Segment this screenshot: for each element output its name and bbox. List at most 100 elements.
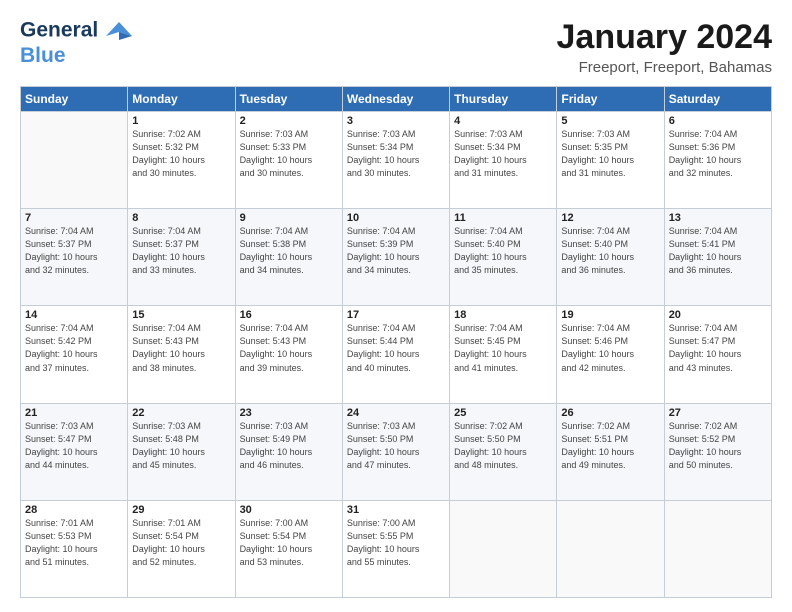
weekday-header-wednesday: Wednesday bbox=[342, 87, 449, 112]
calendar-cell: 3Sunrise: 7:03 AM Sunset: 5:34 PM Daylig… bbox=[342, 112, 449, 209]
day-info: Sunrise: 7:04 AM Sunset: 5:41 PM Dayligh… bbox=[669, 225, 767, 277]
day-info: Sunrise: 7:03 AM Sunset: 5:35 PM Dayligh… bbox=[561, 128, 659, 180]
calendar-cell: 19Sunrise: 7:04 AM Sunset: 5:46 PM Dayli… bbox=[557, 306, 664, 403]
day-number: 9 bbox=[240, 212, 338, 224]
calendar-cell: 11Sunrise: 7:04 AM Sunset: 5:40 PM Dayli… bbox=[450, 209, 557, 306]
day-info: Sunrise: 7:04 AM Sunset: 5:43 PM Dayligh… bbox=[132, 322, 230, 374]
day-number: 13 bbox=[669, 212, 767, 224]
weekday-header-saturday: Saturday bbox=[664, 87, 771, 112]
calendar-cell: 26Sunrise: 7:02 AM Sunset: 5:51 PM Dayli… bbox=[557, 403, 664, 500]
calendar-cell: 27Sunrise: 7:02 AM Sunset: 5:52 PM Dayli… bbox=[664, 403, 771, 500]
calendar-week-4: 21Sunrise: 7:03 AM Sunset: 5:47 PM Dayli… bbox=[21, 403, 772, 500]
calendar-cell bbox=[664, 500, 771, 597]
calendar-cell: 14Sunrise: 7:04 AM Sunset: 5:42 PM Dayli… bbox=[21, 306, 128, 403]
calendar-cell: 25Sunrise: 7:02 AM Sunset: 5:50 PM Dayli… bbox=[450, 403, 557, 500]
day-number: 28 bbox=[25, 504, 123, 516]
weekday-header-thursday: Thursday bbox=[450, 87, 557, 112]
calendar-cell: 22Sunrise: 7:03 AM Sunset: 5:48 PM Dayli… bbox=[128, 403, 235, 500]
calendar-title: January 2024 bbox=[557, 18, 773, 57]
day-info: Sunrise: 7:02 AM Sunset: 5:52 PM Dayligh… bbox=[669, 420, 767, 472]
calendar-cell: 4Sunrise: 7:03 AM Sunset: 5:34 PM Daylig… bbox=[450, 112, 557, 209]
calendar-cell: 31Sunrise: 7:00 AM Sunset: 5:55 PM Dayli… bbox=[342, 500, 449, 597]
day-number: 1 bbox=[132, 115, 230, 127]
calendar-cell: 20Sunrise: 7:04 AM Sunset: 5:47 PM Dayli… bbox=[664, 306, 771, 403]
day-info: Sunrise: 7:02 AM Sunset: 5:32 PM Dayligh… bbox=[132, 128, 230, 180]
calendar-cell: 7Sunrise: 7:04 AM Sunset: 5:37 PM Daylig… bbox=[21, 209, 128, 306]
day-info: Sunrise: 7:03 AM Sunset: 5:49 PM Dayligh… bbox=[240, 420, 338, 472]
day-number: 5 bbox=[561, 115, 659, 127]
calendar-cell: 8Sunrise: 7:04 AM Sunset: 5:37 PM Daylig… bbox=[128, 209, 235, 306]
day-number: 29 bbox=[132, 504, 230, 516]
weekday-header-tuesday: Tuesday bbox=[235, 87, 342, 112]
day-number: 23 bbox=[240, 407, 338, 419]
calendar-week-3: 14Sunrise: 7:04 AM Sunset: 5:42 PM Dayli… bbox=[21, 306, 772, 403]
calendar-cell: 18Sunrise: 7:04 AM Sunset: 5:45 PM Dayli… bbox=[450, 306, 557, 403]
day-number: 19 bbox=[561, 309, 659, 321]
calendar-cell: 23Sunrise: 7:03 AM Sunset: 5:49 PM Dayli… bbox=[235, 403, 342, 500]
weekday-header-monday: Monday bbox=[128, 87, 235, 112]
day-info: Sunrise: 7:04 AM Sunset: 5:46 PM Dayligh… bbox=[561, 322, 659, 374]
calendar-page: General Blue January 2024 Freeport, Free… bbox=[0, 0, 792, 612]
day-number: 8 bbox=[132, 212, 230, 224]
weekday-header-sunday: Sunday bbox=[21, 87, 128, 112]
calendar-week-2: 7Sunrise: 7:04 AM Sunset: 5:37 PM Daylig… bbox=[21, 209, 772, 306]
calendar-body: 1Sunrise: 7:02 AM Sunset: 5:32 PM Daylig… bbox=[21, 112, 772, 598]
day-number: 6 bbox=[669, 115, 767, 127]
calendar-subtitle: Freeport, Freeport, Bahamas bbox=[557, 59, 773, 76]
weekday-header-row: SundayMondayTuesdayWednesdayThursdayFrid… bbox=[21, 87, 772, 112]
calendar-cell: 10Sunrise: 7:04 AM Sunset: 5:39 PM Dayli… bbox=[342, 209, 449, 306]
day-info: Sunrise: 7:01 AM Sunset: 5:54 PM Dayligh… bbox=[132, 517, 230, 569]
calendar-week-5: 28Sunrise: 7:01 AM Sunset: 5:53 PM Dayli… bbox=[21, 500, 772, 597]
day-info: Sunrise: 7:03 AM Sunset: 5:34 PM Dayligh… bbox=[454, 128, 552, 180]
calendar-cell: 21Sunrise: 7:03 AM Sunset: 5:47 PM Dayli… bbox=[21, 403, 128, 500]
day-info: Sunrise: 7:04 AM Sunset: 5:40 PM Dayligh… bbox=[454, 225, 552, 277]
day-info: Sunrise: 7:04 AM Sunset: 5:43 PM Dayligh… bbox=[240, 322, 338, 374]
weekday-header-friday: Friday bbox=[557, 87, 664, 112]
day-info: Sunrise: 7:03 AM Sunset: 5:48 PM Dayligh… bbox=[132, 420, 230, 472]
day-number: 18 bbox=[454, 309, 552, 321]
day-number: 20 bbox=[669, 309, 767, 321]
day-number: 17 bbox=[347, 309, 445, 321]
calendar-cell: 17Sunrise: 7:04 AM Sunset: 5:44 PM Dayli… bbox=[342, 306, 449, 403]
day-info: Sunrise: 7:04 AM Sunset: 5:37 PM Dayligh… bbox=[25, 225, 123, 277]
day-info: Sunrise: 7:00 AM Sunset: 5:55 PM Dayligh… bbox=[347, 517, 445, 569]
day-info: Sunrise: 7:02 AM Sunset: 5:51 PM Dayligh… bbox=[561, 420, 659, 472]
day-info: Sunrise: 7:04 AM Sunset: 5:40 PM Dayligh… bbox=[561, 225, 659, 277]
day-number: 26 bbox=[561, 407, 659, 419]
day-info: Sunrise: 7:04 AM Sunset: 5:37 PM Dayligh… bbox=[132, 225, 230, 277]
day-number: 12 bbox=[561, 212, 659, 224]
day-info: Sunrise: 7:03 AM Sunset: 5:33 PM Dayligh… bbox=[240, 128, 338, 180]
calendar-cell: 29Sunrise: 7:01 AM Sunset: 5:54 PM Dayli… bbox=[128, 500, 235, 597]
calendar-cell: 2Sunrise: 7:03 AM Sunset: 5:33 PM Daylig… bbox=[235, 112, 342, 209]
day-number: 3 bbox=[347, 115, 445, 127]
day-number: 22 bbox=[132, 407, 230, 419]
title-block: January 2024 Freeport, Freeport, Bahamas bbox=[557, 18, 773, 76]
day-info: Sunrise: 7:04 AM Sunset: 5:42 PM Dayligh… bbox=[25, 322, 123, 374]
day-number: 21 bbox=[25, 407, 123, 419]
day-number: 31 bbox=[347, 504, 445, 516]
day-info: Sunrise: 7:01 AM Sunset: 5:53 PM Dayligh… bbox=[25, 517, 123, 569]
day-info: Sunrise: 7:04 AM Sunset: 5:38 PM Dayligh… bbox=[240, 225, 338, 277]
logo-line2: Blue bbox=[20, 44, 132, 68]
calendar-cell bbox=[21, 112, 128, 209]
calendar-cell: 30Sunrise: 7:00 AM Sunset: 5:54 PM Dayli… bbox=[235, 500, 342, 597]
day-number: 16 bbox=[240, 309, 338, 321]
day-number: 15 bbox=[132, 309, 230, 321]
day-number: 30 bbox=[240, 504, 338, 516]
day-info: Sunrise: 7:03 AM Sunset: 5:34 PM Dayligh… bbox=[347, 128, 445, 180]
calendar-cell: 16Sunrise: 7:04 AM Sunset: 5:43 PM Dayli… bbox=[235, 306, 342, 403]
day-info: Sunrise: 7:04 AM Sunset: 5:47 PM Dayligh… bbox=[669, 322, 767, 374]
day-number: 10 bbox=[347, 212, 445, 224]
calendar-cell: 12Sunrise: 7:04 AM Sunset: 5:40 PM Dayli… bbox=[557, 209, 664, 306]
day-number: 11 bbox=[454, 212, 552, 224]
calendar-week-1: 1Sunrise: 7:02 AM Sunset: 5:32 PM Daylig… bbox=[21, 112, 772, 209]
day-info: Sunrise: 7:02 AM Sunset: 5:50 PM Dayligh… bbox=[454, 420, 552, 472]
calendar-cell: 15Sunrise: 7:04 AM Sunset: 5:43 PM Dayli… bbox=[128, 306, 235, 403]
day-number: 25 bbox=[454, 407, 552, 419]
calendar-cell: 5Sunrise: 7:03 AM Sunset: 5:35 PM Daylig… bbox=[557, 112, 664, 209]
day-info: Sunrise: 7:00 AM Sunset: 5:54 PM Dayligh… bbox=[240, 517, 338, 569]
day-number: 7 bbox=[25, 212, 123, 224]
logo: General Blue bbox=[20, 18, 132, 68]
day-number: 2 bbox=[240, 115, 338, 127]
day-number: 14 bbox=[25, 309, 123, 321]
